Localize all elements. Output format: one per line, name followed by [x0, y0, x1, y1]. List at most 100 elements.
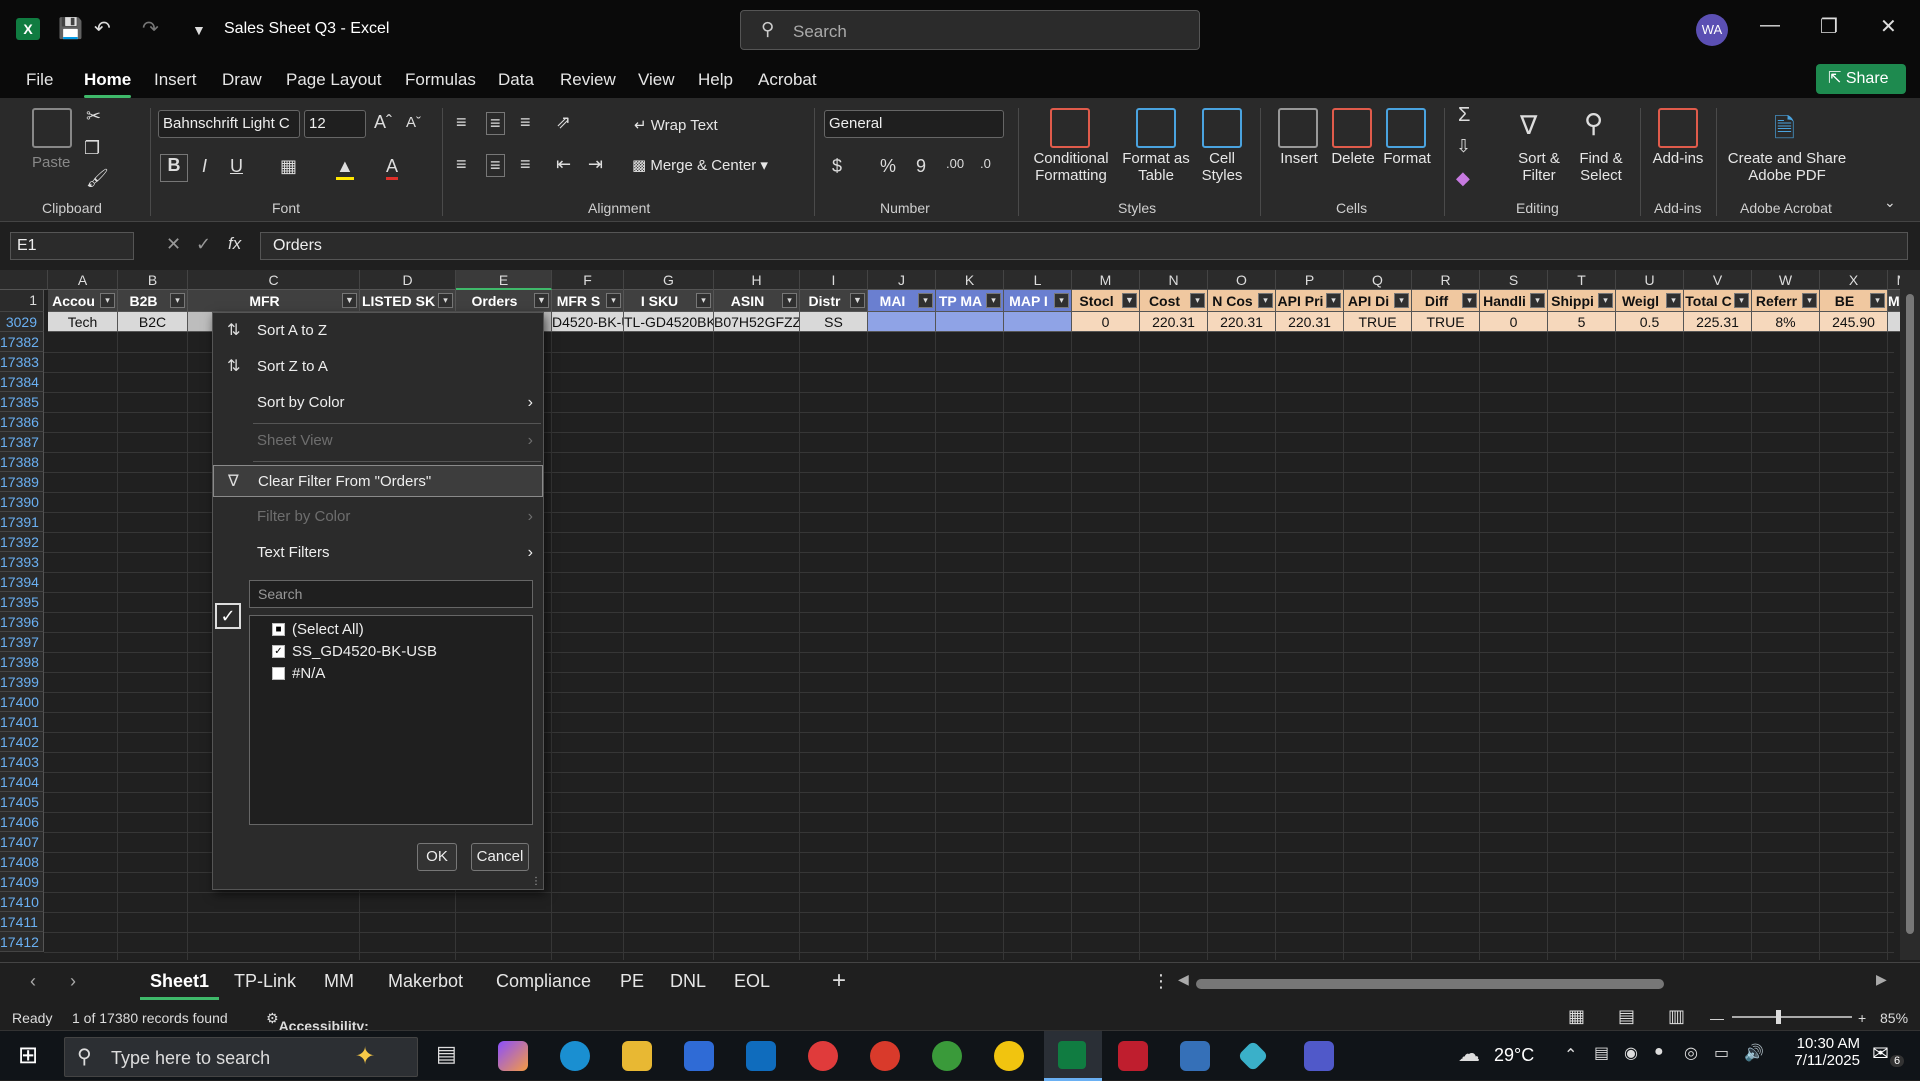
header-cell[interactable]: Weigl ▾ [1616, 290, 1684, 312]
wrap-text-button[interactable]: ↵ Wrap Text [634, 116, 718, 134]
column-header-w[interactable]: W [1752, 270, 1820, 290]
row-header[interactable]: 17404 [0, 772, 44, 792]
header-cell[interactable]: Accou ▾ [48, 290, 118, 312]
battery-icon[interactable]: ▭ [1714, 1043, 1729, 1063]
page-layout-view-icon[interactable]: ▤ [1618, 1006, 1635, 1027]
header-cell[interactable]: LISTED SK ▾ [360, 290, 456, 312]
filter-dropdown-icon[interactable]: ▾ [1326, 293, 1341, 308]
decrease-indent-icon[interactable]: ⇤ [556, 154, 571, 175]
data-cell[interactable] [936, 312, 1004, 332]
filter-dropdown-icon[interactable]: ▾ [1870, 293, 1885, 308]
header-cell[interactable]: MAP I ▾ [1004, 290, 1072, 312]
row-header[interactable]: 17407 [0, 832, 44, 852]
row-header[interactable]: 17406 [0, 812, 44, 832]
data-cell[interactable]: 0 [1072, 312, 1140, 332]
chrome-app-icon[interactable] [994, 1041, 1024, 1071]
share-button[interactable]: ⇱ Share [1816, 64, 1906, 94]
cell-styles-icon[interactable] [1202, 108, 1242, 148]
row-header[interactable]: 17393 [0, 552, 44, 572]
header-cell[interactable]: TP MA ▾ [936, 290, 1004, 312]
borders-icon[interactable]: ▦ [280, 156, 297, 177]
filter-dropdown-icon[interactable]: ▾ [918, 293, 933, 308]
collapse-ribbon-icon[interactable]: ⌄ [1884, 194, 1896, 211]
font-color-icon[interactable]: A [386, 156, 399, 180]
header-cell[interactable]: MFR ▼ [188, 290, 360, 312]
clear-icon[interactable]: ◆ [1456, 168, 1470, 189]
row-header[interactable]: 17411 [0, 912, 44, 932]
normal-view-icon[interactable]: ▦ [1568, 1006, 1585, 1027]
sort-by-color-item[interactable]: Sort by Color › [213, 387, 543, 419]
select-all-corner[interactable] [0, 270, 48, 290]
checkbox-unchecked-icon[interactable] [272, 667, 285, 680]
column-header-a[interactable]: A [48, 270, 118, 290]
tab-file[interactable]: File [26, 70, 53, 90]
filter-dropdown-icon[interactable]: ▾ [1530, 293, 1545, 308]
filter-dropdown-icon[interactable]: ▾ [986, 293, 1001, 308]
currency-icon[interactable]: $ [832, 156, 842, 177]
accessibility-status[interactable]: ⚙ Accessibility: Investigate [266, 1010, 369, 1050]
font-family-select[interactable]: Bahnschrift Light C [158, 110, 300, 138]
format-as-table-icon[interactable] [1136, 108, 1176, 148]
merge-center-button[interactable]: ▩ Merge & Center ▾ [632, 156, 768, 174]
sheet-tab-dnl[interactable]: DNL [670, 971, 706, 992]
cancel-entry-icon[interactable]: ✕ [166, 234, 181, 255]
data-cell[interactable]: 245.90 [1820, 312, 1888, 332]
percent-icon[interactable]: % [880, 156, 896, 177]
data-cell[interactable]: 5 [1548, 312, 1616, 332]
checkbox-partial-icon[interactable]: ■ [272, 623, 285, 636]
data-cell[interactable]: TRUE [1412, 312, 1480, 332]
tab-page-layout[interactable]: Page Layout [286, 70, 381, 90]
number-format-select[interactable]: General [824, 110, 1004, 138]
clock[interactable]: 10:30 AM 7/11/2025 [1770, 1035, 1860, 1069]
row-header[interactable]: 3029 [0, 312, 44, 332]
column-header-t[interactable]: T [1548, 270, 1616, 290]
fill-icon[interactable]: ⇩ [1456, 136, 1471, 157]
copy-icon[interactable]: ❐ [84, 138, 100, 159]
header-cell[interactable]: Cost ▾ [1140, 290, 1208, 312]
decrease-decimal-icon[interactable]: .0 [980, 156, 991, 171]
decrease-font-icon[interactable]: Aˇ [406, 114, 421, 131]
close-icon[interactable]: ✕ [1880, 14, 1897, 39]
row-header[interactable]: 17400 [0, 692, 44, 712]
sort-z-to-a-item[interactable]: ⇅ Sort Z to A [213, 351, 543, 383]
tab-view[interactable]: View [638, 70, 675, 90]
scroll-left-icon[interactable]: ◀ [1178, 971, 1189, 988]
network-icon[interactable]: ▤ [1594, 1043, 1609, 1063]
align-middle-icon[interactable]: ≡ [486, 112, 505, 135]
row-header[interactable]: 17410 [0, 892, 44, 912]
increase-decimal-icon[interactable]: .00 [946, 156, 964, 171]
delete-cells-icon[interactable] [1332, 108, 1372, 148]
data-cell[interactable]: Tech [48, 312, 118, 332]
filter-value-select-all[interactable]: ■ (Select All) [272, 620, 532, 642]
header-cell[interactable]: Stocl ▼ [1072, 290, 1140, 312]
sort-a-to-z-item[interactable]: ⇅ Sort A to Z [213, 315, 543, 347]
zoom-slider[interactable] [1732, 1016, 1852, 1018]
volume-icon[interactable]: 🔊 [1744, 1043, 1764, 1063]
tab-review[interactable]: Review [560, 70, 616, 90]
orientation-icon[interactable]: ⇗ [556, 112, 571, 133]
page-break-view-icon[interactable]: ▥ [1668, 1006, 1685, 1027]
sheet-tab-eol[interactable]: EOL [734, 971, 770, 992]
column-header-k[interactable]: K [936, 270, 1004, 290]
data-cell[interactable]: D4520-BK-U [552, 312, 624, 332]
delete-cells-button[interactable]: Delete [1328, 150, 1378, 167]
task-view-icon[interactable]: ▤ [436, 1041, 457, 1067]
create-pdf-icon[interactable]: 🗎 [1774, 110, 1795, 154]
app-icon[interactable] [808, 1041, 838, 1071]
column-header-u[interactable]: U [1616, 270, 1684, 290]
italic-icon[interactable]: I [202, 156, 207, 177]
header-cell[interactable]: Referr ▾ [1752, 290, 1820, 312]
tab-formulas[interactable]: Formulas [405, 70, 476, 90]
cut-icon[interactable]: ✂ [86, 106, 101, 127]
format-cells-button[interactable]: Format [1380, 150, 1434, 167]
resize-grip-icon[interactable]: ⋮ [531, 876, 541, 887]
header-cell[interactable]: I SKU ▾ [624, 290, 714, 312]
header-cell[interactable]: Orders ▼ [456, 290, 552, 312]
edge-app-icon[interactable] [560, 1041, 590, 1071]
filter-dropdown-icon[interactable]: ▾ [1054, 293, 1069, 308]
sort-filter-icon[interactable]: ∇ [1520, 110, 1537, 141]
data-cell[interactable]: 220.31 [1276, 312, 1344, 332]
row-header[interactable]: 17389 [0, 472, 44, 492]
row-header[interactable]: 17403 [0, 752, 44, 772]
data-cell[interactable]: B07H52GFZZ [714, 312, 800, 332]
